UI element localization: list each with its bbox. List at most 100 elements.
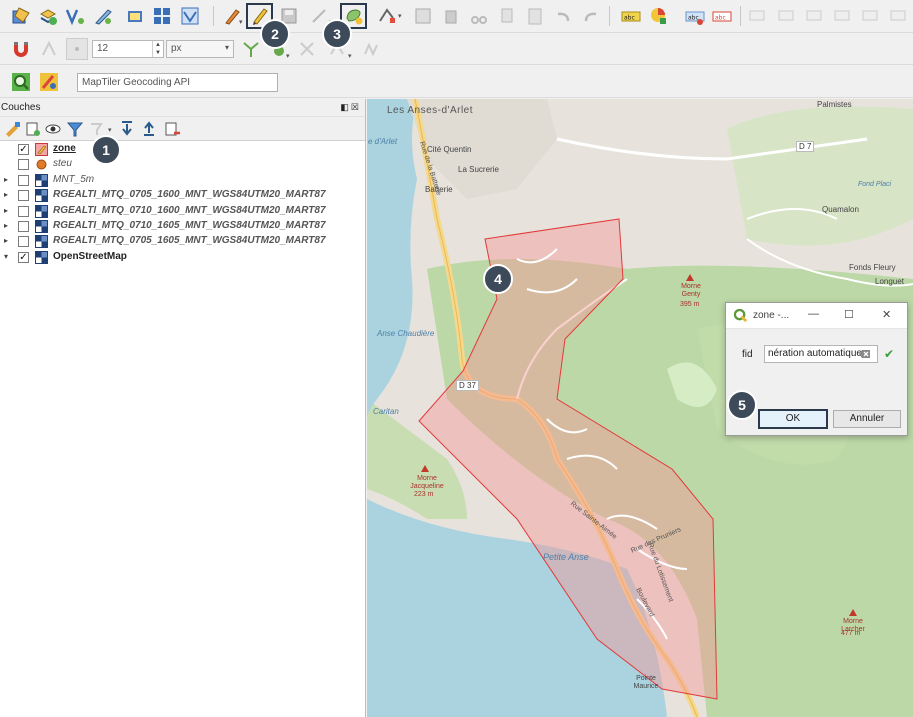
- tolerance-unit-select[interactable]: px ▾: [166, 40, 234, 58]
- fid-label: fid: [742, 349, 753, 360]
- topological-editing-icon[interactable]: [240, 38, 262, 60]
- geocoding-search-input[interactable]: MapTiler Geocoding API: [77, 73, 278, 92]
- dropdown-arrow-icon[interactable]: ▾: [108, 126, 112, 134]
- layer-row[interactable]: ▸ RGEALTI_MTQ_0710_1605_MNT_WGS84UTM20_MA…: [0, 219, 360, 234]
- map-label-pointe-maurice: Pointe Maurice: [633, 675, 659, 690]
- undo-icon[interactable]: [552, 5, 574, 27]
- layer-row[interactable]: ▸ MNT_5m: [0, 173, 360, 188]
- cut-features-icon[interactable]: [468, 5, 490, 27]
- map-label-morne-jacqueline: Morne Jacqueline: [410, 475, 444, 490]
- label-red-icon[interactable]: abc: [711, 5, 733, 27]
- expand-arrow-icon[interactable]: ▸: [4, 206, 8, 215]
- layers-panel: Couches ◧☒ ▾ ✓ zone steu ▸ MNT_5m ▸ RGEALTI_MT…: [0, 99, 366, 717]
- layer-visibility-checkbox[interactable]: [18, 205, 29, 217]
- layer-visibility-checkbox[interactable]: [18, 236, 29, 248]
- close-icon[interactable]: ✕: [882, 308, 891, 321]
- expand-arrow-icon[interactable]: ▾: [4, 252, 8, 261]
- disabled-cross-icon: [296, 38, 318, 60]
- redo-icon[interactable]: [580, 5, 602, 27]
- geocoding-plugin-icon[interactable]: [38, 71, 60, 93]
- layer-name: RGEALTI_MTQ_0710_1605_MNT_WGS84UTM20_MAR…: [53, 220, 326, 231]
- raster-icon: [35, 204, 48, 218]
- map-label-arlet: e d'Arlet: [368, 137, 398, 146]
- snap-type-icon[interactable]: [66, 38, 88, 60]
- new-project-layer-icon[interactable]: [10, 5, 32, 27]
- pin-labels-icon[interactable]: [748, 5, 770, 27]
- layer-visibility-checkbox[interactable]: [18, 174, 29, 186]
- collapse-all-icon[interactable]: [139, 118, 161, 140]
- layer-row[interactable]: ✓ zone: [0, 142, 360, 157]
- cancel-button[interactable]: Annuler: [833, 410, 901, 428]
- filter-icon[interactable]: [64, 118, 86, 140]
- layer-row[interactable]: ▸ RGEALTI_MTQ_0710_1600_MNT_WGS84UTM20_MA…: [0, 204, 360, 219]
- svg-text:abc: abc: [624, 15, 635, 22]
- map-label-cite-quentin: Cité Quentin: [427, 145, 472, 154]
- remove-layer-icon[interactable]: [161, 118, 183, 140]
- map-label-fond-placide: Fond Placi: [858, 181, 892, 188]
- layer-row[interactable]: steu: [0, 157, 360, 172]
- add-vector-icon[interactable]: [64, 5, 86, 27]
- layer-name: zone: [53, 143, 76, 154]
- map-label-morne-jacqueline-alt: 223 m: [414, 491, 434, 498]
- raster-icon: [35, 235, 48, 249]
- add-raster-icon[interactable]: [124, 5, 146, 27]
- expand-arrow-icon[interactable]: ▸: [4, 190, 8, 199]
- layers-panel-title: Couches: [1, 102, 41, 113]
- digitize-pencil-icon[interactable]: [92, 5, 114, 27]
- add-layer-icon[interactable]: [37, 5, 59, 27]
- dropdown-arrow-icon[interactable]: ▾: [398, 12, 402, 20]
- map-label-petite-anse: Petite Anse: [543, 552, 589, 562]
- tolerance-spinbox[interactable]: 12 ▲ ▼: [92, 40, 164, 58]
- raster-icon: [35, 173, 48, 187]
- expand-arrow-icon[interactable]: ▸: [4, 175, 8, 184]
- label-properties-icon[interactable]: [888, 5, 910, 27]
- layer-row[interactable]: ▸ RGEALTI_MTQ_0705_1605_MNT_WGS84UTM20_MA…: [0, 234, 360, 249]
- layer-visibility-checkbox[interactable]: ✓: [18, 144, 29, 155]
- dropdown-arrow-icon[interactable]: ▾: [286, 52, 290, 60]
- toolbar-separator: [740, 6, 741, 26]
- modify-attributes-icon[interactable]: [412, 5, 434, 27]
- visibility-eye-icon[interactable]: [42, 118, 64, 140]
- expand-all-icon[interactable]: [117, 118, 139, 140]
- layer-visibility-checkbox[interactable]: [18, 190, 29, 202]
- magnet-icon[interactable]: [10, 38, 32, 60]
- panel-float-close-icon[interactable]: ◧☒: [340, 102, 361, 113]
- rotate-label-icon[interactable]: [832, 5, 854, 27]
- dropdown-arrow-icon[interactable]: ▾: [348, 52, 352, 60]
- paste-features-icon[interactable]: [524, 5, 546, 27]
- expand-arrow-icon[interactable]: ▸: [4, 221, 8, 230]
- delete-selected-icon[interactable]: [440, 5, 462, 27]
- move-label-icon[interactable]: [804, 5, 826, 27]
- layer-visibility-checkbox[interactable]: ✓: [18, 251, 29, 263]
- copy-features-icon[interactable]: [496, 5, 518, 27]
- add-group-icon[interactable]: [22, 118, 44, 140]
- expand-arrow-icon[interactable]: ▸: [4, 236, 8, 245]
- show-hide-labels-icon[interactable]: [776, 5, 798, 27]
- snap-mode-icon[interactable]: [38, 38, 60, 60]
- layer-row[interactable]: ▾ ✓ OpenStreetMap: [0, 250, 360, 265]
- toolbar-digitizing: ▾ ▾ ▾ abc abc abc: [0, 0, 913, 33]
- vector-style-icon[interactable]: [179, 5, 201, 27]
- clear-field-icon[interactable]: [859, 349, 871, 359]
- grid-layer-icon[interactable]: [151, 5, 173, 27]
- vertex-tool-icon[interactable]: [376, 5, 398, 27]
- change-label-icon[interactable]: [860, 5, 882, 27]
- layer-row[interactable]: ▸ RGEALTI_MTQ_0705_1600_MNT_WGS84UTM20_MA…: [0, 188, 360, 203]
- style-brush-icon[interactable]: [2, 118, 24, 140]
- step-badge-4: 4: [483, 264, 513, 294]
- step-badge-2: 2: [260, 19, 290, 49]
- spin-arrows-icon[interactable]: ▲ ▼: [152, 41, 163, 57]
- minimize-icon[interactable]: —: [808, 308, 819, 320]
- diagram-icon[interactable]: [648, 5, 670, 27]
- ok-button[interactable]: OK: [758, 409, 828, 429]
- raster-icon: [35, 250, 48, 264]
- maximize-icon[interactable]: ☐: [844, 308, 854, 321]
- toolbar-separator: [609, 6, 610, 26]
- layer-visibility-checkbox[interactable]: [18, 159, 29, 171]
- search-icon[interactable]: [10, 71, 32, 93]
- label-abc-icon[interactable]: abc: [620, 5, 642, 27]
- dropdown-arrow-icon[interactable]: ▾: [239, 18, 243, 26]
- feature-attributes-dialog: zone -... — ☐ ✕ fid nération automatique…: [725, 302, 908, 436]
- layer-visibility-checkbox[interactable]: [18, 221, 29, 232]
- label-tool-icon[interactable]: abc: [684, 5, 706, 27]
